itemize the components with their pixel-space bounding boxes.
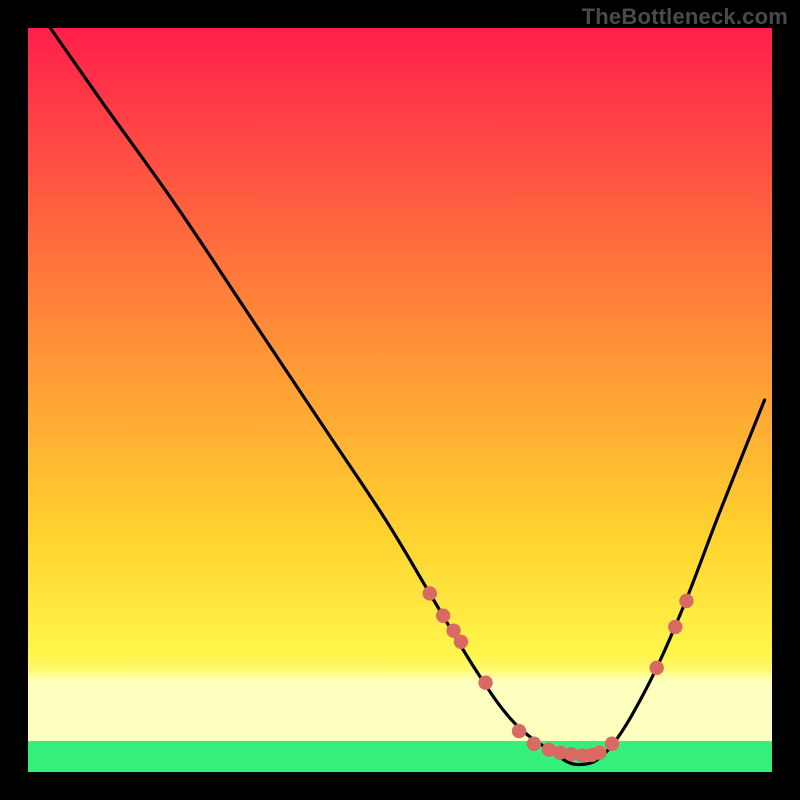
marker-dot	[436, 609, 450, 623]
curve-path	[50, 28, 764, 765]
marker-dot	[592, 745, 606, 759]
marker-dot	[679, 594, 693, 608]
chart-frame: TheBottleneck.com	[0, 0, 800, 800]
marker-dot	[454, 635, 468, 649]
watermark-text: TheBottleneck.com	[582, 4, 788, 30]
marker-dot	[668, 620, 682, 634]
plot-area	[28, 28, 772, 772]
marker-dot	[649, 661, 663, 675]
bottleneck-curve	[28, 28, 772, 772]
marker-dot	[512, 724, 526, 738]
marker-dot	[478, 676, 492, 690]
marker-dot	[423, 586, 437, 600]
marker-dot	[527, 737, 541, 751]
marker-dot	[605, 737, 619, 751]
